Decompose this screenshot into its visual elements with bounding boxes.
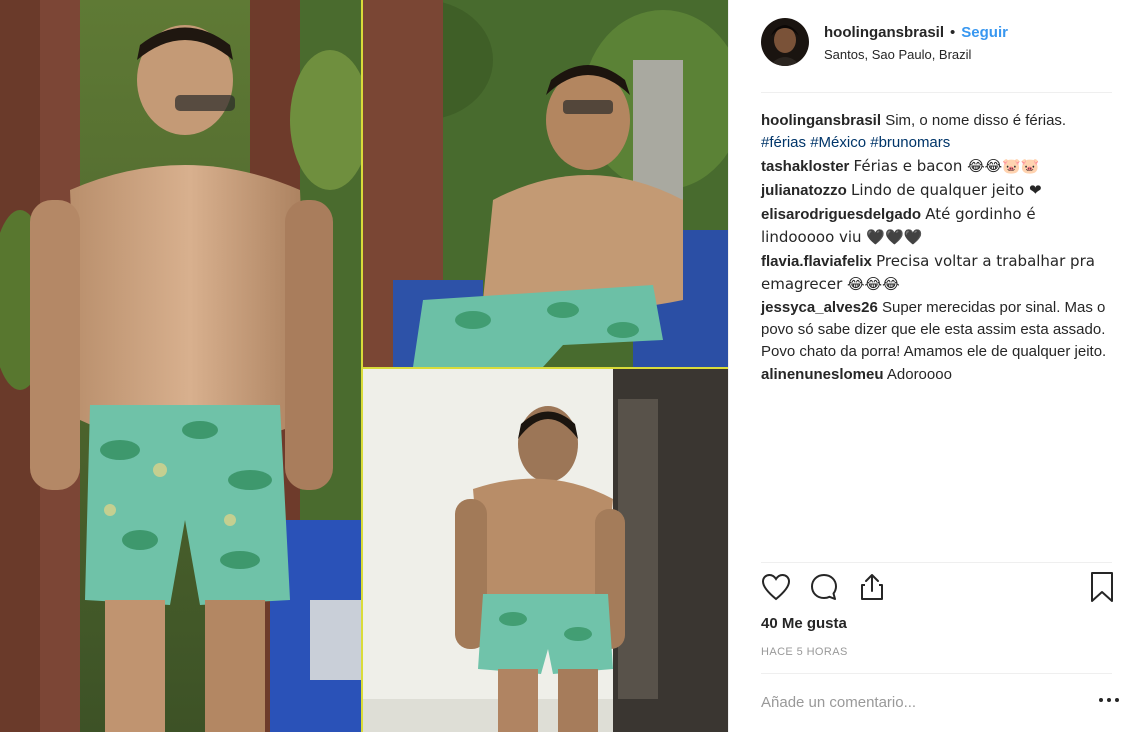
comment-text: Lindo de qualquer jeito ❤ [851,181,1042,199]
collage-divider-horizontal [363,367,728,369]
photo-standing [0,0,361,732]
photo-back [363,369,728,732]
post-side-panel: hoolingansbrasil • Seguir Santos, Sao Pa… [728,0,1140,732]
bookmark-icon[interactable] [1085,570,1119,604]
comment-text: Férias e bacon 😂😂🐷🐷 [853,157,1040,175]
hashtag-link[interactable]: #férias [761,134,806,151]
collage-divider-vertical [361,0,363,732]
post-header: hoolingansbrasil • Seguir Santos, Sao Pa… [729,0,1140,76]
location-link[interactable]: Santos, Sao Paulo, Brazil [824,47,1008,62]
post-timestamp[interactable]: HACE 5 HORAS [761,646,848,658]
header-text: hoolingansbrasil • Seguir Santos, Sao Pa… [824,18,1008,76]
caption-text: Sim, o nome disso é férias. [885,112,1067,129]
comment-username[interactable]: flavia.flaviafelix [761,253,872,270]
actions-divider [761,562,1112,563]
comment-username[interactable]: alinenuneslomeu [761,366,884,383]
share-icon[interactable] [855,570,889,604]
comment-item: julianatozzo Lindo de qualquer jeito ❤ [761,179,1113,202]
likes-count[interactable]: 40 Me gusta [761,615,847,632]
comment-username[interactable]: julianatozzo [761,182,847,199]
hashtag-link[interactable]: #México [810,134,866,151]
more-options-icon[interactable] [1097,688,1121,712]
add-comment-input[interactable] [761,690,1081,714]
comment-username[interactable]: elisarodriguesdelgado [761,206,921,223]
comments-list: hoolingansbrasil Sim, o nome disso é fér… [761,110,1113,387]
header-divider [761,92,1112,93]
comment-username[interactable]: jessyca_alves26 [761,299,878,316]
follow-button[interactable]: Seguir [961,24,1008,41]
hashtag-link[interactable]: #brunomars [870,134,950,151]
comment-icon[interactable] [807,570,841,604]
caption: hoolingansbrasil Sim, o nome disso é fér… [761,110,1113,154]
separator-dot: • [950,24,956,41]
comment-item: tashakloster Férias e bacon 😂😂🐷🐷 [761,155,1113,178]
comment-item: flavia.flaviafelix Precisa voltar a trab… [761,250,1113,296]
comment-text: Adoroooo [886,366,952,383]
comment-item: elisarodriguesdelgado Até gordinho é lin… [761,203,1113,249]
comment-item: jessyca_alves26 Super merecidas por sina… [761,297,1113,363]
caption-username[interactable]: hoolingansbrasil [761,112,881,129]
avatar[interactable] [761,18,809,66]
photo-sitting [363,0,728,367]
comment-divider [761,673,1112,674]
heart-icon[interactable] [759,570,793,604]
action-bar [759,570,1119,606]
post-image[interactable] [0,0,728,732]
author-username[interactable]: hoolingansbrasil [824,24,944,41]
comment-item: alinenuneslomeu Adoroooo [761,364,1113,386]
comment-username[interactable]: tashakloster [761,158,849,175]
